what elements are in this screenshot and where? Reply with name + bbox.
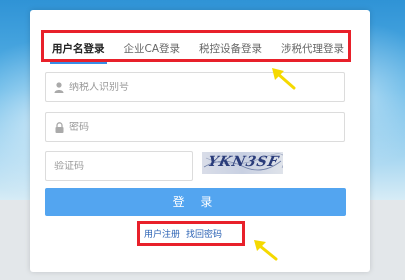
captcha-image[interactable]: YKN3SF	[202, 152, 283, 174]
recover-password-link[interactable]: 找回密码	[186, 227, 222, 240]
login-tabs: 用户名登录 企业CA登录 税控设备登录 涉税代理登录	[44, 30, 350, 66]
auxiliary-links: 用户注册 找回密码	[144, 227, 222, 240]
lock-icon	[54, 121, 64, 133]
arrow-icon-tabs	[272, 68, 296, 90]
tab-tax-agent-login[interactable]: 涉税代理登录	[281, 37, 344, 60]
captcha-field	[45, 151, 193, 181]
register-link[interactable]: 用户注册	[144, 227, 180, 240]
password-field	[45, 112, 345, 142]
captcha-text: YKN3SF	[206, 154, 281, 170]
taxpayer-id-field	[45, 72, 345, 102]
tab-enterprise-ca-login[interactable]: 企业CA登录	[123, 37, 180, 60]
arrow-icon-links	[254, 240, 278, 261]
password-input[interactable]	[69, 121, 309, 133]
tab-tax-device-login[interactable]: 税控设备登录	[199, 37, 262, 60]
login-button[interactable]: 登 录	[45, 188, 346, 216]
login-card: 用户名登录 企业CA登录 税控设备登录 涉税代理登录 YKN3SF 登 录 用户…	[30, 10, 370, 272]
user-icon	[54, 81, 64, 93]
captcha-input[interactable]	[54, 160, 184, 172]
tab-username-login[interactable]: 用户名登录	[50, 37, 106, 64]
